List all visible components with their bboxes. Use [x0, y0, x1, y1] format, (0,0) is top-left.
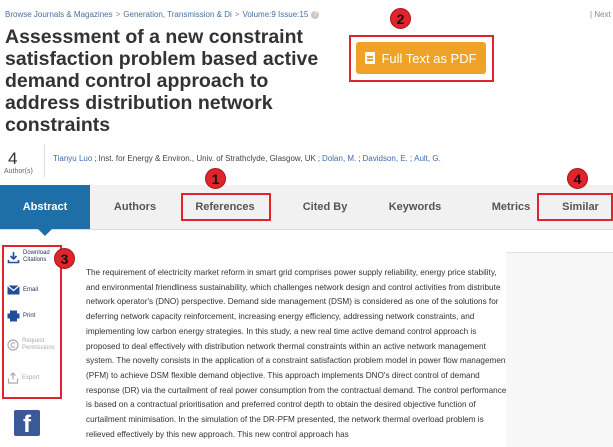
breadcrumb: Browse Journals & Magazines > Generation, …	[5, 10, 320, 19]
author-link-luo[interactable]: Tianyu Luo	[53, 154, 92, 163]
print-button[interactable]: Print	[7, 310, 35, 322]
tab-abstract[interactable]: Abstract	[0, 185, 90, 236]
callout-badge-4: 4	[567, 168, 588, 189]
right-panel-rule	[506, 252, 613, 253]
author-list: Tianyu Luo; Inst. for Energy & Environ., …	[53, 154, 441, 163]
right-panel	[506, 253, 613, 447]
author-count-label: Author(s)	[4, 168, 33, 175]
author-link-davidson[interactable]: Davidson, E.	[363, 154, 408, 163]
divider	[44, 144, 45, 177]
abstract-text: The requirement of electricity market re…	[86, 268, 508, 439]
export-button[interactable]: Export	[7, 372, 39, 384]
copyright-icon	[7, 339, 19, 351]
full-text-pdf-label: Full Text as PDF	[381, 50, 477, 66]
help-icon[interactable]: ?	[311, 10, 320, 19]
breadcrumb-browse-journals[interactable]: Browse Journals & Magazines	[5, 10, 113, 19]
author-link-dolan[interactable]: Dolan, M.	[322, 154, 356, 163]
tab-authors[interactable]: Authors	[90, 185, 180, 229]
breadcrumb-volume-issue[interactable]: Volume:9 Issue:15	[242, 10, 308, 19]
facebook-icon[interactable]: f	[14, 410, 40, 436]
author-affiliation: Inst. for Energy & Environ., Univ. of St…	[98, 154, 316, 163]
print-icon	[7, 310, 20, 322]
similar-highlight-box	[537, 193, 613, 221]
request-permissions-button[interactable]: Request Permissions	[7, 338, 55, 352]
references-highlight-box	[181, 193, 271, 221]
tab-cited-by[interactable]: Cited By	[280, 185, 370, 229]
download-icon	[7, 251, 20, 263]
callout-badge-3: 3	[54, 248, 75, 269]
breadcrumb-journal[interactable]: Generation, Transmission & Di	[123, 10, 232, 19]
callout-badge-2: 2	[390, 8, 411, 29]
full-text-pdf-button[interactable]: Full Text as PDF	[356, 42, 486, 74]
download-citations-button[interactable]: Download Citations	[7, 250, 50, 264]
email-icon	[7, 285, 20, 295]
export-icon	[7, 372, 19, 384]
next-link[interactable]: | Next	[590, 10, 611, 19]
tab-metrics[interactable]: Metrics	[478, 185, 544, 229]
article-title: Assessment of a new constraint satisfact…	[5, 26, 319, 136]
tab-keywords[interactable]: Keywords	[365, 185, 465, 229]
callout-badge-1: 1	[205, 168, 226, 189]
author-count: 4	[8, 149, 18, 168]
pdf-icon	[365, 52, 376, 64]
author-link-ault[interactable]: Ault, G.	[414, 154, 441, 163]
email-button[interactable]: Email	[7, 285, 38, 295]
